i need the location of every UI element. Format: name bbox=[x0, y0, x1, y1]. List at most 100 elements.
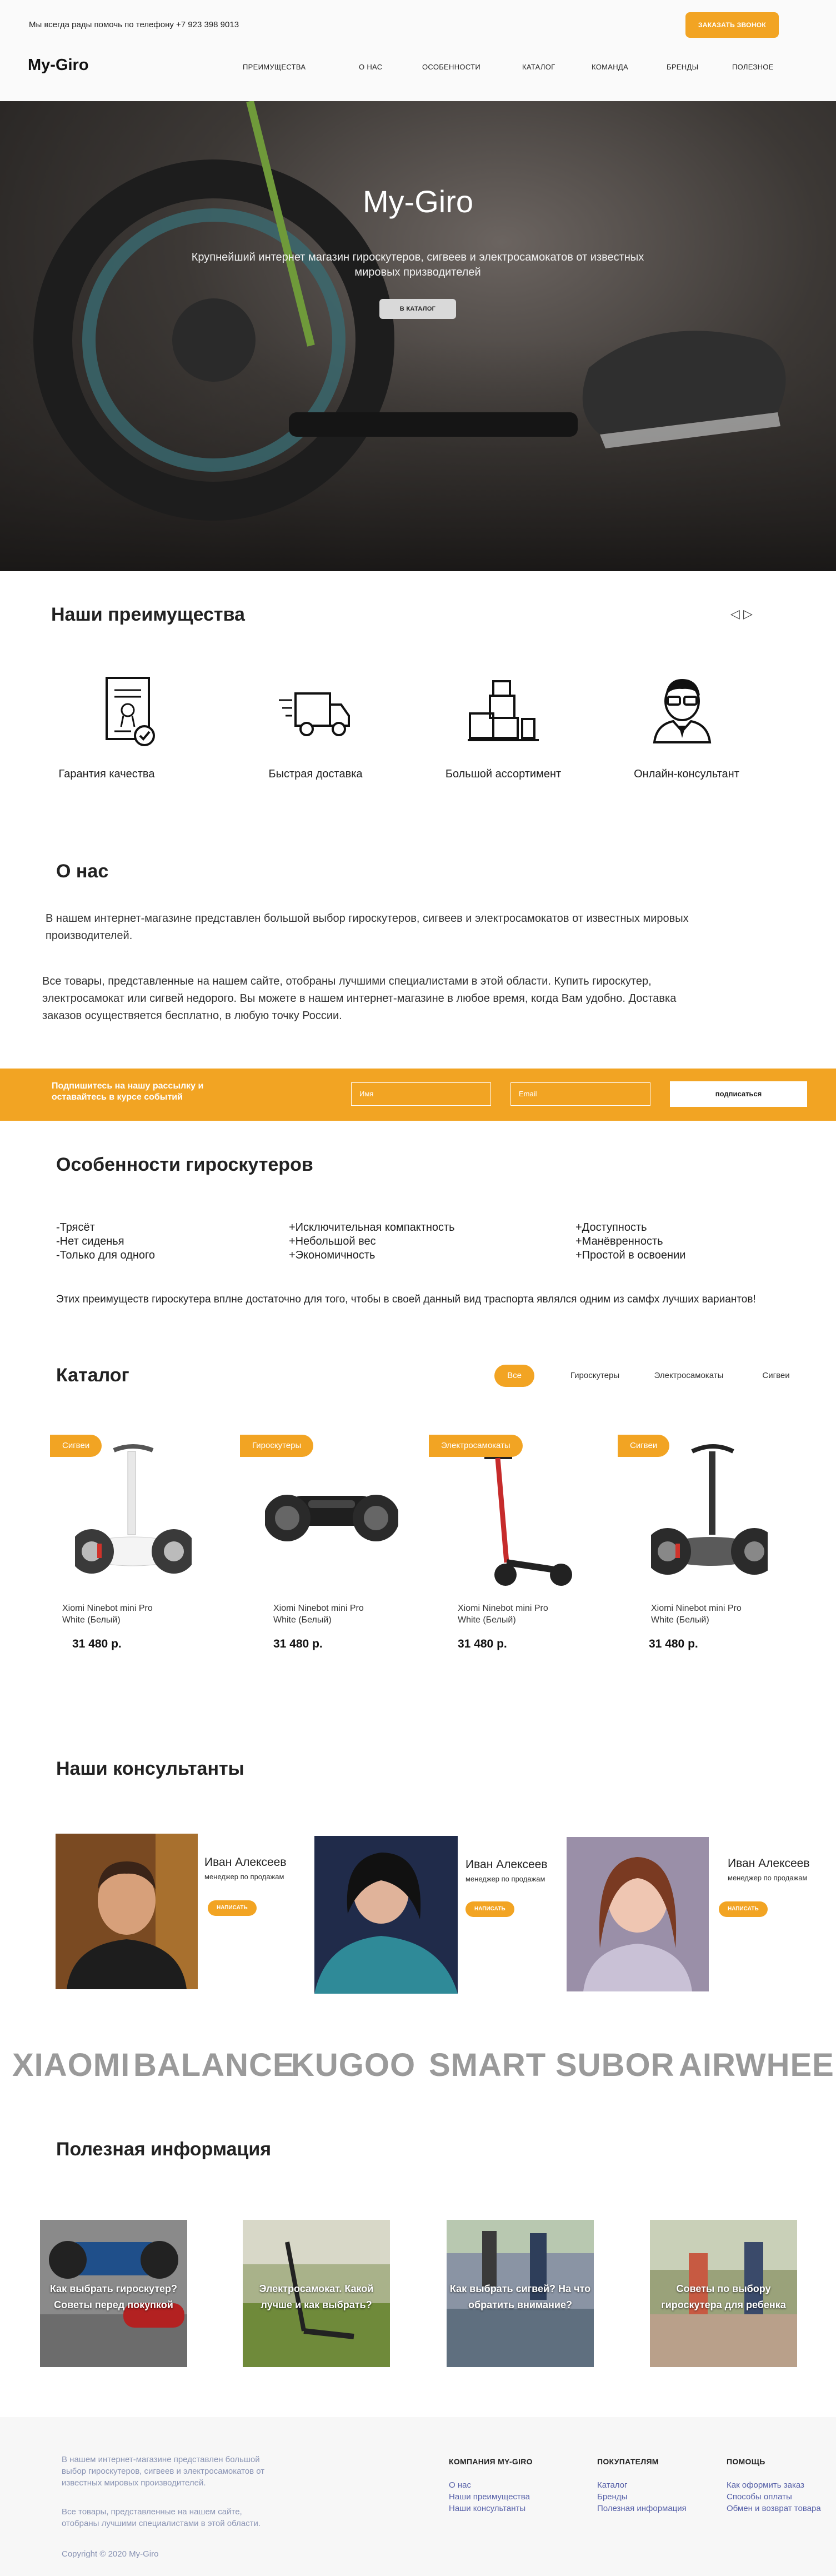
footer-link-catalog[interactable]: Каталог bbox=[597, 2479, 687, 2491]
features-title: Особенности гироскутеров bbox=[56, 1154, 313, 1175]
support-phone-text: Мы всегда рады помочь по телефону +7 923… bbox=[29, 20, 239, 29]
advantage-label-quality: Гарантия качества bbox=[58, 768, 155, 780]
brand-xiaomi[interactable]: XIAOMI bbox=[12, 2046, 130, 2084]
order-call-button[interactable]: ЗАКАЗАТЬ ЗВОНОК bbox=[685, 12, 779, 38]
nav-item-catalog[interactable]: КАТАЛОГ bbox=[522, 63, 555, 71]
consultant-card: Иван Алексеев менеджер по продажам НАПИС… bbox=[567, 1837, 811, 1993]
filter-all[interactable]: Все bbox=[494, 1365, 534, 1387]
footer-link-about[interactable]: О нас bbox=[449, 2479, 530, 2491]
filter-scooters[interactable]: Электросамокаты bbox=[644, 1365, 733, 1387]
product-card[interactable]: Электросамокаты Xiomi Ninebot mini Pro W… bbox=[429, 1435, 590, 1657]
brand-subor[interactable]: SUBOR bbox=[555, 2046, 674, 2084]
nav-item-advantages[interactable]: ПРЕИМУЩЕСТВА bbox=[243, 63, 306, 71]
footer-link-useful-info[interactable]: Полезная информация bbox=[597, 2503, 687, 2514]
brand-kugoo[interactable]: KUGOO bbox=[291, 2046, 416, 2084]
hero-banner: My-Giro Крупнейший интернет магазин гиро… bbox=[0, 101, 836, 571]
info-card[interactable]: Как выбрать гироскутер? Советы перед пок… bbox=[40, 2220, 187, 2367]
prev-arrow-icon[interactable]: ◁ bbox=[730, 607, 740, 621]
delivery-truck-icon bbox=[279, 692, 350, 736]
footer-col-company: О нас Наши преимущества Наши консультант… bbox=[449, 2479, 530, 2514]
footer-col-help: Как оформить заказ Способы оплаты Обмен … bbox=[727, 2479, 821, 2514]
product-image-hoverboard-black bbox=[265, 1495, 398, 1541]
nav-item-team[interactable]: КОМАНДА bbox=[592, 63, 628, 71]
consultant-card: Иван Алексеев менеджер по продажам НАПИС… bbox=[314, 1836, 553, 1994]
hero-scooter-image bbox=[0, 101, 836, 571]
email-input[interactable]: Email bbox=[510, 1082, 650, 1106]
info-card-text: Как выбрать гироскутер? Советы перед пок… bbox=[49, 2283, 178, 2310]
feature-item: -Трясёт bbox=[56, 1221, 95, 1234]
nav-item-useful[interactable]: ПОЛЕЗНОЕ bbox=[732, 63, 774, 71]
product-card[interactable]: Гироскутеры Xiomi Ninebot mini Pro White… bbox=[240, 1435, 401, 1657]
product-name[interactable]: Xiomi Ninebot mini Pro White (Белый) bbox=[458, 1602, 563, 1626]
write-consultant-button[interactable]: НАПИСАТЬ bbox=[719, 1901, 768, 1917]
footer-link-how-to-order[interactable]: Как оформить заказ bbox=[727, 2479, 821, 2491]
name-input[interactable]: Имя bbox=[351, 1082, 491, 1106]
copyright: Copyright © 2020 My-Giro bbox=[62, 2549, 159, 2559]
footer-col-title: КОМПАНИЯ MY-GIRO bbox=[449, 2457, 533, 2466]
next-arrow-icon[interactable]: ▷ bbox=[743, 607, 753, 621]
product-name[interactable]: Xiomi Ninebot mini Pro White (Белый) bbox=[62, 1602, 168, 1626]
brand-balance[interactable]: BALANCE bbox=[133, 2046, 295, 2084]
product-card[interactable]: Сигвеи Xiomi Ninebot mini Pro White (Бел… bbox=[50, 1435, 211, 1657]
advantage-label-consultant: Онлайн-консультант bbox=[634, 768, 739, 780]
features-pros-list-2: +Доступность +Манёвренность +Простой в о… bbox=[575, 1221, 685, 1262]
advantage-label-assortment: Большой ассортимент bbox=[445, 768, 562, 780]
footer-link-advantages[interactable]: Наши преимущества bbox=[449, 2491, 530, 2503]
nav-item-brands[interactable]: БРЕНДЫ bbox=[667, 63, 698, 71]
warehouse-boxes-icon bbox=[468, 680, 539, 741]
newsletter-band: Подпишитесь на нашу рассылку и оставайте… bbox=[0, 1069, 836, 1121]
feature-item: -Нет сиденья bbox=[56, 1235, 124, 1247]
product-price: 31 480 р. bbox=[72, 1638, 122, 1650]
info-card-text: Как выбрать сигвей? На что обратить вним… bbox=[449, 2283, 591, 2310]
footer-link-returns[interactable]: Обмен и возврат товара bbox=[727, 2503, 821, 2514]
info-card[interactable]: Электросамокат. Какой лучше и как выбрат… bbox=[243, 2220, 390, 2367]
product-image-electric-scooter bbox=[484, 1455, 572, 1586]
footer-about-text: В нашем интернет-магазине представлен бо… bbox=[62, 2455, 265, 2488]
product-name[interactable]: Xiomi Ninebot mini Pro White (Белый) bbox=[651, 1602, 757, 1626]
product-tag: Электросамокаты bbox=[429, 1435, 523, 1457]
site-logo[interactable]: My-Giro bbox=[28, 56, 89, 74]
feature-item: +Простой в освоении bbox=[575, 1249, 686, 1261]
consultant-role: менеджер по продажам bbox=[465, 1875, 545, 1883]
newsletter-text: Подпишитесь на нашу рассылку и оставайте… bbox=[52, 1081, 204, 1102]
product-price: 31 480 р. bbox=[273, 1638, 323, 1650]
consultants-title: Наши консультанты bbox=[56, 1758, 244, 1779]
filter-segways[interactable]: Сигвеи bbox=[751, 1365, 801, 1387]
footer-col-buyers: Каталог Бренды Полезная информация bbox=[597, 2479, 687, 2514]
consultant-photo-1 bbox=[56, 1834, 198, 1989]
about-title: О нас bbox=[56, 861, 109, 882]
consultant-name: Иван Алексеев bbox=[465, 1858, 548, 1871]
product-tag: Гироскутеры bbox=[240, 1435, 314, 1457]
subscribe-button[interactable]: подписаться bbox=[670, 1081, 807, 1107]
nav-item-about[interactable]: О НАС bbox=[359, 63, 382, 71]
nav-item-features[interactable]: ОСОБЕННОСТИ bbox=[422, 63, 480, 71]
footer-link-brands[interactable]: Бренды bbox=[597, 2491, 687, 2503]
brand-airwheel[interactable]: AIRWHEEL bbox=[679, 2046, 836, 2084]
info-card[interactable]: Как выбрать сигвей? На что обратить вним… bbox=[447, 2220, 594, 2367]
product-price: 31 480 р. bbox=[458, 1638, 507, 1650]
info-card-text: Электросамокат. Какой лучше и как выбрат… bbox=[259, 2283, 374, 2310]
catalog-title: Каталог bbox=[56, 1365, 129, 1386]
info-title: Полезная информация bbox=[56, 2139, 272, 2160]
to-catalog-button[interactable]: В КАТАЛОГ bbox=[379, 299, 456, 319]
product-image-segway-mini-dark bbox=[651, 1444, 768, 1575]
brand-smart[interactable]: SMART bbox=[429, 2046, 546, 2084]
consultant-role: менеджер по продажам bbox=[204, 1873, 284, 1881]
product-name[interactable]: Xiomi Ninebot mini Pro White (Белый) bbox=[273, 1602, 379, 1626]
footer: В нашем интернет-магазине представлен бо… bbox=[0, 2417, 836, 2576]
hero-subtitle: Крупнейший интернет магазин гироскутеров… bbox=[191, 251, 644, 278]
write-consultant-button[interactable]: НАПИСАТЬ bbox=[208, 1900, 257, 1916]
info-card[interactable]: Советы по выбору гироскутера для ребенка bbox=[650, 2220, 797, 2367]
features-cons-list: -Трясёт -Нет сиденья -Только для одного bbox=[56, 1221, 155, 1262]
feature-item: -Только для одного bbox=[56, 1249, 155, 1261]
footer-link-consultants[interactable]: Наши консультанты bbox=[449, 2503, 530, 2514]
consultant-photo-2 bbox=[314, 1836, 458, 1994]
features-summary: Этих преимуществ гироскутера вплне доста… bbox=[56, 1294, 756, 1305]
filter-hoverboards[interactable]: Гироскутеры bbox=[559, 1365, 631, 1387]
footer-link-payment[interactable]: Способы оплаты bbox=[727, 2491, 821, 2503]
product-card[interactable]: Сигвеи Xiomi Ninebot mini Pro White (Бел… bbox=[618, 1435, 784, 1657]
features-pros-list-1: +Исключительная компактность +Небольшой … bbox=[289, 1221, 455, 1262]
carousel-arrows[interactable]: ◁ ▷ bbox=[730, 607, 753, 621]
write-consultant-button[interactable]: НАПИСАТЬ bbox=[465, 1901, 514, 1917]
feature-item: +Исключительная компактность bbox=[289, 1221, 455, 1234]
